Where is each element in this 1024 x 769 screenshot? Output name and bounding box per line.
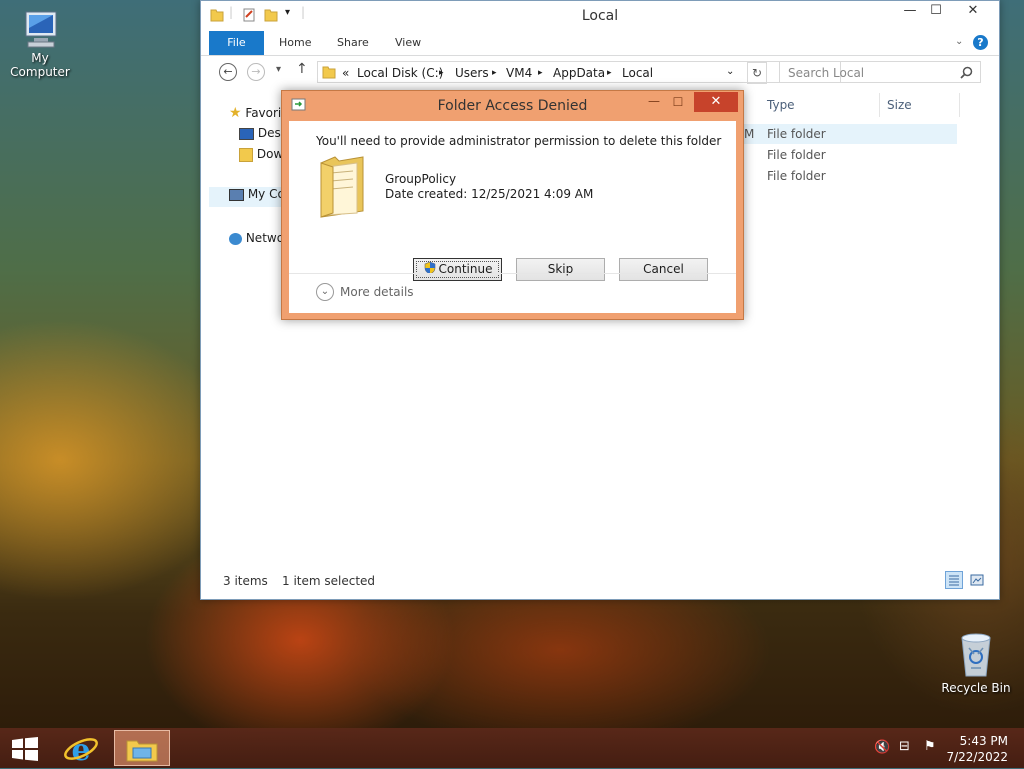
column-divider[interactable] — [879, 93, 880, 117]
network-icon — [229, 232, 242, 245]
refresh-button[interactable]: ↻ — [747, 62, 767, 84]
divider — [289, 273, 736, 274]
folder-icon — [320, 156, 364, 218]
taskbar-file-explorer[interactable] — [114, 730, 170, 766]
expand-ribbon-icon[interactable]: ⌄ — [955, 36, 963, 47]
chevron-right-icon[interactable]: ▸ — [492, 68, 497, 78]
dialog-maximize-button[interactable]: ☐ — [666, 93, 690, 111]
breadcrumb-users[interactable]: Users — [455, 66, 489, 80]
dialog-minimize-button[interactable]: — — [642, 93, 666, 111]
tab-view[interactable]: View — [395, 31, 421, 55]
continue-button[interactable]: Continue — [413, 258, 502, 281]
dialog-body: You'll need to provide administrator per… — [289, 121, 736, 313]
recent-locations-icon[interactable]: ▾ — [276, 64, 281, 75]
column-header-type[interactable]: Type — [767, 98, 795, 112]
nav-label: Netwo — [245, 231, 285, 245]
large-icons-view-icon — [970, 574, 984, 586]
status-selection: 1 item selected — [282, 574, 376, 588]
nav-downloads[interactable]: Dow — [239, 147, 283, 162]
clock-time[interactable]: 5:43 PM — [960, 734, 1008, 748]
folder-icon — [322, 66, 336, 79]
search-icon[interactable] — [960, 66, 973, 79]
nav-favorites[interactable]: ★ Favori — [229, 105, 281, 121]
status-item-count: 3 items — [223, 574, 268, 588]
table-cell-type: File folder — [767, 127, 826, 141]
folder-access-denied-dialog: Folder Access Denied — ☐ ✕ You'll need t… — [281, 90, 744, 320]
desktop-icon-label: My Computer — [10, 51, 70, 79]
skip-button[interactable]: Skip — [516, 258, 605, 281]
tab-home[interactable]: Home — [279, 31, 311, 55]
details-view-button[interactable] — [945, 571, 963, 589]
up-button[interactable]: ↑ — [296, 61, 308, 77]
window-title: Local — [581, 8, 619, 24]
nav-label: Favori — [245, 106, 282, 120]
column-header-size[interactable]: Size — [887, 98, 912, 112]
start-button[interactable] — [11, 737, 39, 761]
desktop-icon-my-computer[interactable]: My Computer — [2, 8, 78, 79]
clock-date[interactable]: 7/22/2022 — [946, 750, 1008, 764]
tab-share[interactable]: Share — [337, 31, 369, 55]
forward-button[interactable]: → — [247, 63, 265, 81]
chevron-right-icon[interactable]: ▸ — [607, 68, 612, 78]
folder-date-created: Date created: 12/25/2021 4:09 AM — [385, 187, 594, 201]
breadcrumb-overflow[interactable]: « — [342, 66, 349, 80]
breadcrumb-local-disk[interactable]: Local Disk (C:) — [357, 66, 443, 80]
star-icon: ★ — [229, 105, 242, 121]
table-cell-type: File folder — [767, 148, 826, 162]
maximize-button[interactable]: ☐ — [921, 1, 951, 22]
address-row: ← → ▾ ↑ « Local Disk (C:) ▸ Users ▸ VM4 … — [201, 56, 999, 92]
desktop-icon — [239, 127, 254, 140]
dialog-close-button[interactable]: ✕ — [694, 92, 738, 112]
ribbon: File Home Share View ⌄ ? — [201, 31, 999, 56]
folder-name: GroupPolicy — [385, 172, 457, 186]
large-icons-view-button[interactable] — [969, 572, 985, 588]
taskbar-internet-explorer[interactable]: e — [62, 730, 100, 768]
breadcrumb-local[interactable]: Local — [622, 66, 653, 80]
nav-network[interactable]: Netwo — [229, 231, 284, 245]
volume-muted-icon[interactable]: 🔇 — [874, 740, 890, 755]
nav-label: My Co — [247, 187, 285, 201]
desktop-icon-recycle-bin[interactable]: Recycle Bin — [940, 630, 1012, 695]
search-placeholder: Search Local — [788, 66, 865, 80]
dialog-message: You'll need to provide administrator per… — [316, 134, 722, 148]
breadcrumb-vm4[interactable]: VM4 — [506, 66, 532, 80]
table-cell-type: File folder — [767, 169, 826, 183]
chevron-right-icon[interactable]: ▸ — [439, 68, 444, 78]
back-button[interactable]: ← — [219, 63, 237, 81]
more-details-toggle[interactable]: More details — [340, 285, 414, 299]
downloads-icon — [239, 147, 253, 162]
search-input[interactable]: Search Local — [779, 61, 981, 83]
title-bar: | ▾ | Local — ☐ ✕ — [201, 1, 999, 31]
column-divider[interactable] — [959, 93, 960, 117]
internet-explorer-icon: e — [64, 733, 98, 768]
help-icon[interactable]: ? — [973, 35, 988, 50]
nav-label: Dow — [256, 147, 284, 161]
computer-icon — [229, 188, 244, 201]
action-center-icon[interactable]: ⚑ — [924, 739, 936, 754]
taskbar: e 🔇 ⊟ ⚑ 5:43 PM 7/22/2022 — [0, 728, 1024, 768]
computer-icon — [25, 11, 57, 48]
date-fragment: M — [744, 127, 755, 141]
tab-file[interactable]: File — [209, 31, 264, 55]
nav-my-computer[interactable]: My Co — [209, 187, 285, 207]
network-status-icon[interactable]: ⊟ — [899, 739, 910, 754]
file-explorer-icon — [126, 740, 158, 762]
close-button[interactable]: ✕ — [953, 1, 993, 22]
details-view-icon — [949, 575, 959, 586]
breadcrumb-appdata[interactable]: AppData — [553, 66, 605, 80]
chevron-down-icon[interactable]: ⌄ — [316, 283, 334, 301]
svg-text:e: e — [71, 733, 90, 766]
address-dropdown-icon[interactable]: ⌄ — [726, 66, 734, 77]
recycle-bin-icon — [961, 633, 991, 677]
cancel-button[interactable]: Cancel — [619, 258, 708, 281]
chevron-right-icon[interactable]: ▸ — [538, 68, 543, 78]
desktop-icon-label: Recycle Bin — [941, 681, 1011, 695]
